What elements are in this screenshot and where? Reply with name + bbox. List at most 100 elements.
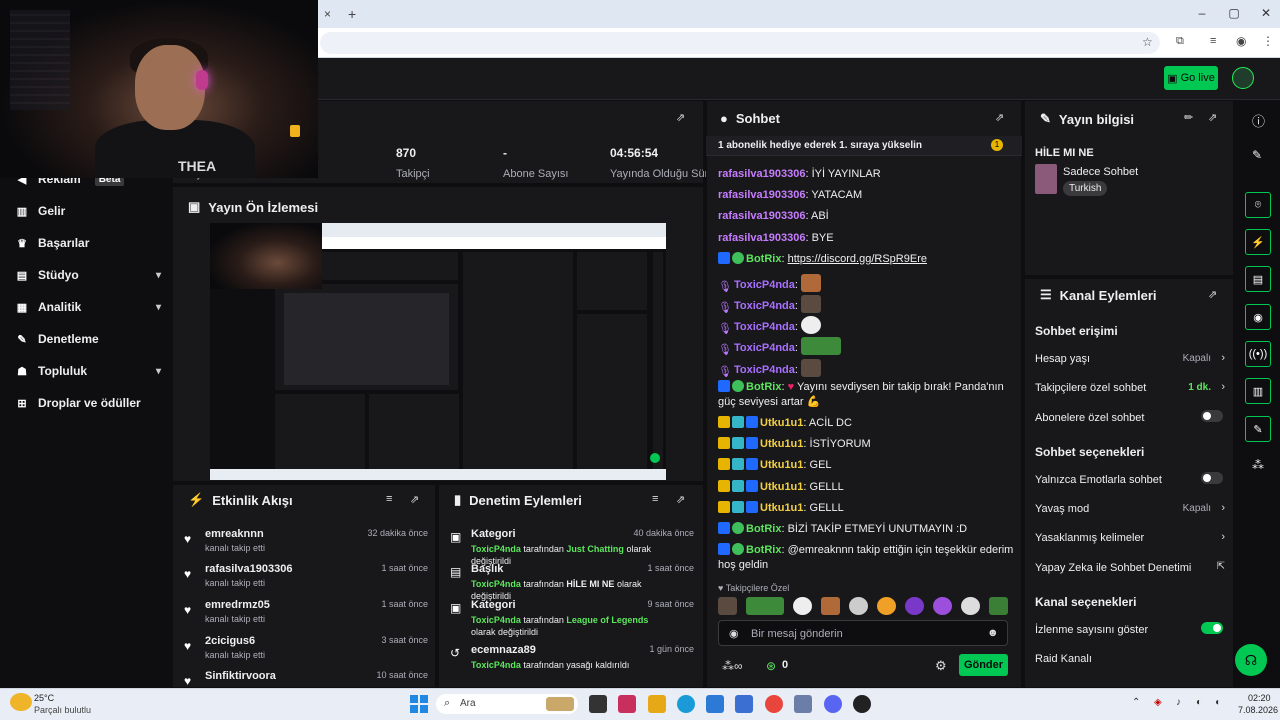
toggle-switch[interactable] bbox=[1201, 472, 1223, 484]
stream-preview-video[interactable] bbox=[210, 223, 666, 480]
chat-link[interactable]: https://discord.gg/RSpR9Ere bbox=[788, 253, 927, 265]
window-close-icon[interactable]: ✕ bbox=[1256, 6, 1276, 20]
camera-icon[interactable]: ⌾ bbox=[1245, 192, 1271, 218]
chat-username[interactable]: BotRix bbox=[746, 253, 781, 265]
emote-icon[interactable] bbox=[933, 597, 952, 615]
edit-icon[interactable]: ✏ bbox=[1184, 111, 1193, 124]
menu-icon[interactable]: ⋮ bbox=[1262, 34, 1274, 48]
obs-icon[interactable] bbox=[853, 695, 871, 713]
weather-temp[interactable]: 25°C bbox=[34, 693, 54, 703]
chat-username[interactable]: rafasilva1903306 bbox=[718, 189, 805, 201]
chat-username[interactable]: ToxicP4nda bbox=[734, 342, 795, 354]
settings-app-icon[interactable] bbox=[794, 695, 812, 713]
emote-icon[interactable] bbox=[849, 597, 868, 615]
emote-icon[interactable] bbox=[877, 597, 896, 615]
discord-icon[interactable] bbox=[824, 695, 842, 713]
filter-icon[interactable]: ≡ bbox=[652, 493, 658, 505]
chat-username[interactable]: BotRix bbox=[746, 544, 781, 556]
chat-input[interactable]: ◉ Bir mesaj gönderin ☻ bbox=[718, 620, 1008, 646]
activity-user[interactable]: emreaknnn bbox=[205, 528, 264, 540]
volume-icon[interactable]: ◖ bbox=[1214, 697, 1220, 708]
setting-show-viewers[interactable]: İzlenme sayısını göster bbox=[1035, 622, 1225, 636]
file-explorer-icon[interactable] bbox=[648, 695, 666, 713]
chevron-up-icon[interactable]: ⌃ bbox=[1132, 697, 1140, 708]
activity-user[interactable]: Sinfiktirvoora bbox=[205, 670, 276, 682]
chat-username[interactable]: Utku1u1 bbox=[760, 438, 803, 450]
app-icon[interactable] bbox=[618, 695, 636, 713]
chat-username[interactable]: rafasilva1903306 bbox=[718, 168, 805, 180]
emote-icon[interactable] bbox=[746, 597, 784, 615]
community-icon[interactable]: ⁂ bbox=[1252, 458, 1264, 472]
activity-user[interactable]: rafasilva1903306 bbox=[205, 563, 292, 575]
chat-username[interactable]: rafasilva1903306 bbox=[718, 210, 805, 222]
popout-icon[interactable]: ⇗ bbox=[410, 493, 419, 506]
chrome-icon[interactable] bbox=[765, 695, 783, 713]
sidebar-item-revenue[interactable]: ▥ Gelir bbox=[16, 204, 161, 218]
help-headset-icon[interactable]: ☊ bbox=[1235, 644, 1267, 676]
stream-category[interactable]: Sadece Sohbet bbox=[1063, 166, 1138, 178]
pinned-banner[interactable]: 1 abonelik hediye ederek 1. sıraya yükse… bbox=[706, 136, 1022, 156]
lightning-icon[interactable]: ⚡ bbox=[1245, 229, 1271, 255]
popout-icon[interactable]: ⇗ bbox=[995, 111, 1004, 124]
send-button[interactable]: Gönder bbox=[959, 654, 1008, 676]
toggle-switch[interactable] bbox=[1201, 410, 1223, 422]
edge-icon[interactable] bbox=[677, 695, 695, 713]
emote-icon[interactable] bbox=[905, 597, 924, 615]
setting-slow-mode[interactable]: Yavaş mod Kapalı › bbox=[1035, 502, 1225, 515]
chat-username[interactable]: Utku1u1 bbox=[760, 417, 803, 429]
maximize-icon[interactable]: ▢ bbox=[1224, 6, 1244, 20]
sidebar-item-community[interactable]: ☗ Topluluk ▾ bbox=[16, 364, 161, 378]
mic-icon[interactable]: ♪ bbox=[1176, 697, 1181, 708]
document-icon[interactable]: ▤ bbox=[1245, 266, 1271, 292]
popout-icon[interactable]: ⇗ bbox=[676, 493, 685, 506]
emote-icon[interactable] bbox=[989, 597, 1008, 615]
chat-bubble-icon[interactable]: ◉ bbox=[1245, 304, 1271, 330]
bookmark-star-icon[interactable]: ☆ bbox=[1142, 35, 1153, 49]
mail-icon[interactable] bbox=[735, 695, 753, 713]
pencil-icon[interactable]: ✎ bbox=[1252, 148, 1262, 162]
sidebar-item-analytics[interactable]: ▦ Analitik ▾ bbox=[16, 300, 161, 314]
emoji-icon[interactable]: ☻ bbox=[987, 627, 999, 639]
new-tab-button[interactable]: + bbox=[348, 6, 356, 22]
chat-username[interactable]: Utku1u1 bbox=[760, 481, 803, 493]
clock-date[interactable]: 7.08.2026 bbox=[1238, 705, 1278, 715]
setting-subscribers-only[interactable]: Abonelere özel sohbet bbox=[1035, 410, 1225, 424]
popout-icon[interactable]: ⇗ bbox=[1208, 111, 1217, 124]
setting-followers-only[interactable]: Takipçilere özel sohbet 1 dk. › bbox=[1035, 381, 1225, 394]
sidebar-item-moderation[interactable]: ✎ Denetleme bbox=[16, 332, 161, 346]
wrench-icon[interactable]: ✎ bbox=[1245, 416, 1271, 442]
sidebar-item-achievements[interactable]: ♛ Başarılar bbox=[16, 236, 161, 250]
popout-icon[interactable]: ⇗ bbox=[676, 111, 685, 124]
task-view-icon[interactable] bbox=[589, 695, 607, 713]
activity-user[interactable]: emredrmz05 bbox=[205, 599, 270, 611]
sidebar-item-studio[interactable]: ▤ Stüdyo ▾ bbox=[16, 268, 161, 282]
chat-username[interactable]: ToxicP4nda bbox=[734, 279, 795, 291]
popout-icon[interactable]: ⇗ bbox=[1208, 288, 1217, 301]
profile-icon[interactable]: ◉ bbox=[1236, 34, 1246, 48]
minimize-icon[interactable]: – bbox=[1192, 6, 1212, 20]
chat-username[interactable]: BotRix bbox=[746, 381, 781, 393]
filter-icon[interactable]: ≡ bbox=[386, 493, 392, 505]
info-icon[interactable]: ⓘ bbox=[1252, 111, 1265, 130]
setting-banned-words[interactable]: Yasaklanmış kelimeler › bbox=[1035, 531, 1225, 544]
chat-username[interactable]: ToxicP4nda bbox=[734, 300, 795, 312]
windows-start-icon[interactable] bbox=[410, 695, 428, 713]
toggle-switch[interactable] bbox=[1201, 622, 1223, 634]
setting-account-age[interactable]: Hesap yaşı Kapalı › bbox=[1035, 352, 1225, 365]
clock-time[interactable]: 02:20 bbox=[1248, 693, 1271, 703]
chat-settings-icon[interactable]: ◉ bbox=[729, 627, 739, 640]
chat-username[interactable]: rafasilva1903306 bbox=[718, 232, 805, 244]
url-input[interactable] bbox=[320, 32, 1160, 54]
infinity-icon[interactable]: ⁂∞ bbox=[722, 659, 743, 673]
sidebar-item-drops[interactable]: ⊞ Droplar ve ödüller bbox=[16, 396, 161, 410]
store-icon[interactable] bbox=[706, 695, 724, 713]
extensions-icon[interactable]: ⧉ bbox=[1176, 35, 1184, 48]
chat-username[interactable]: ToxicP4nda bbox=[734, 364, 795, 376]
chat-username[interactable]: BotRix bbox=[746, 523, 781, 535]
panda-emote-icon[interactable] bbox=[793, 597, 812, 615]
tab-close-icon[interactable]: × bbox=[324, 7, 331, 21]
go-live-button[interactable]: ▣ Go live bbox=[1164, 66, 1218, 90]
emote-icon[interactable] bbox=[961, 597, 980, 615]
gear-icon[interactable]: ⚙ bbox=[935, 658, 947, 674]
antivirus-icon[interactable]: ◈ bbox=[1154, 697, 1162, 708]
